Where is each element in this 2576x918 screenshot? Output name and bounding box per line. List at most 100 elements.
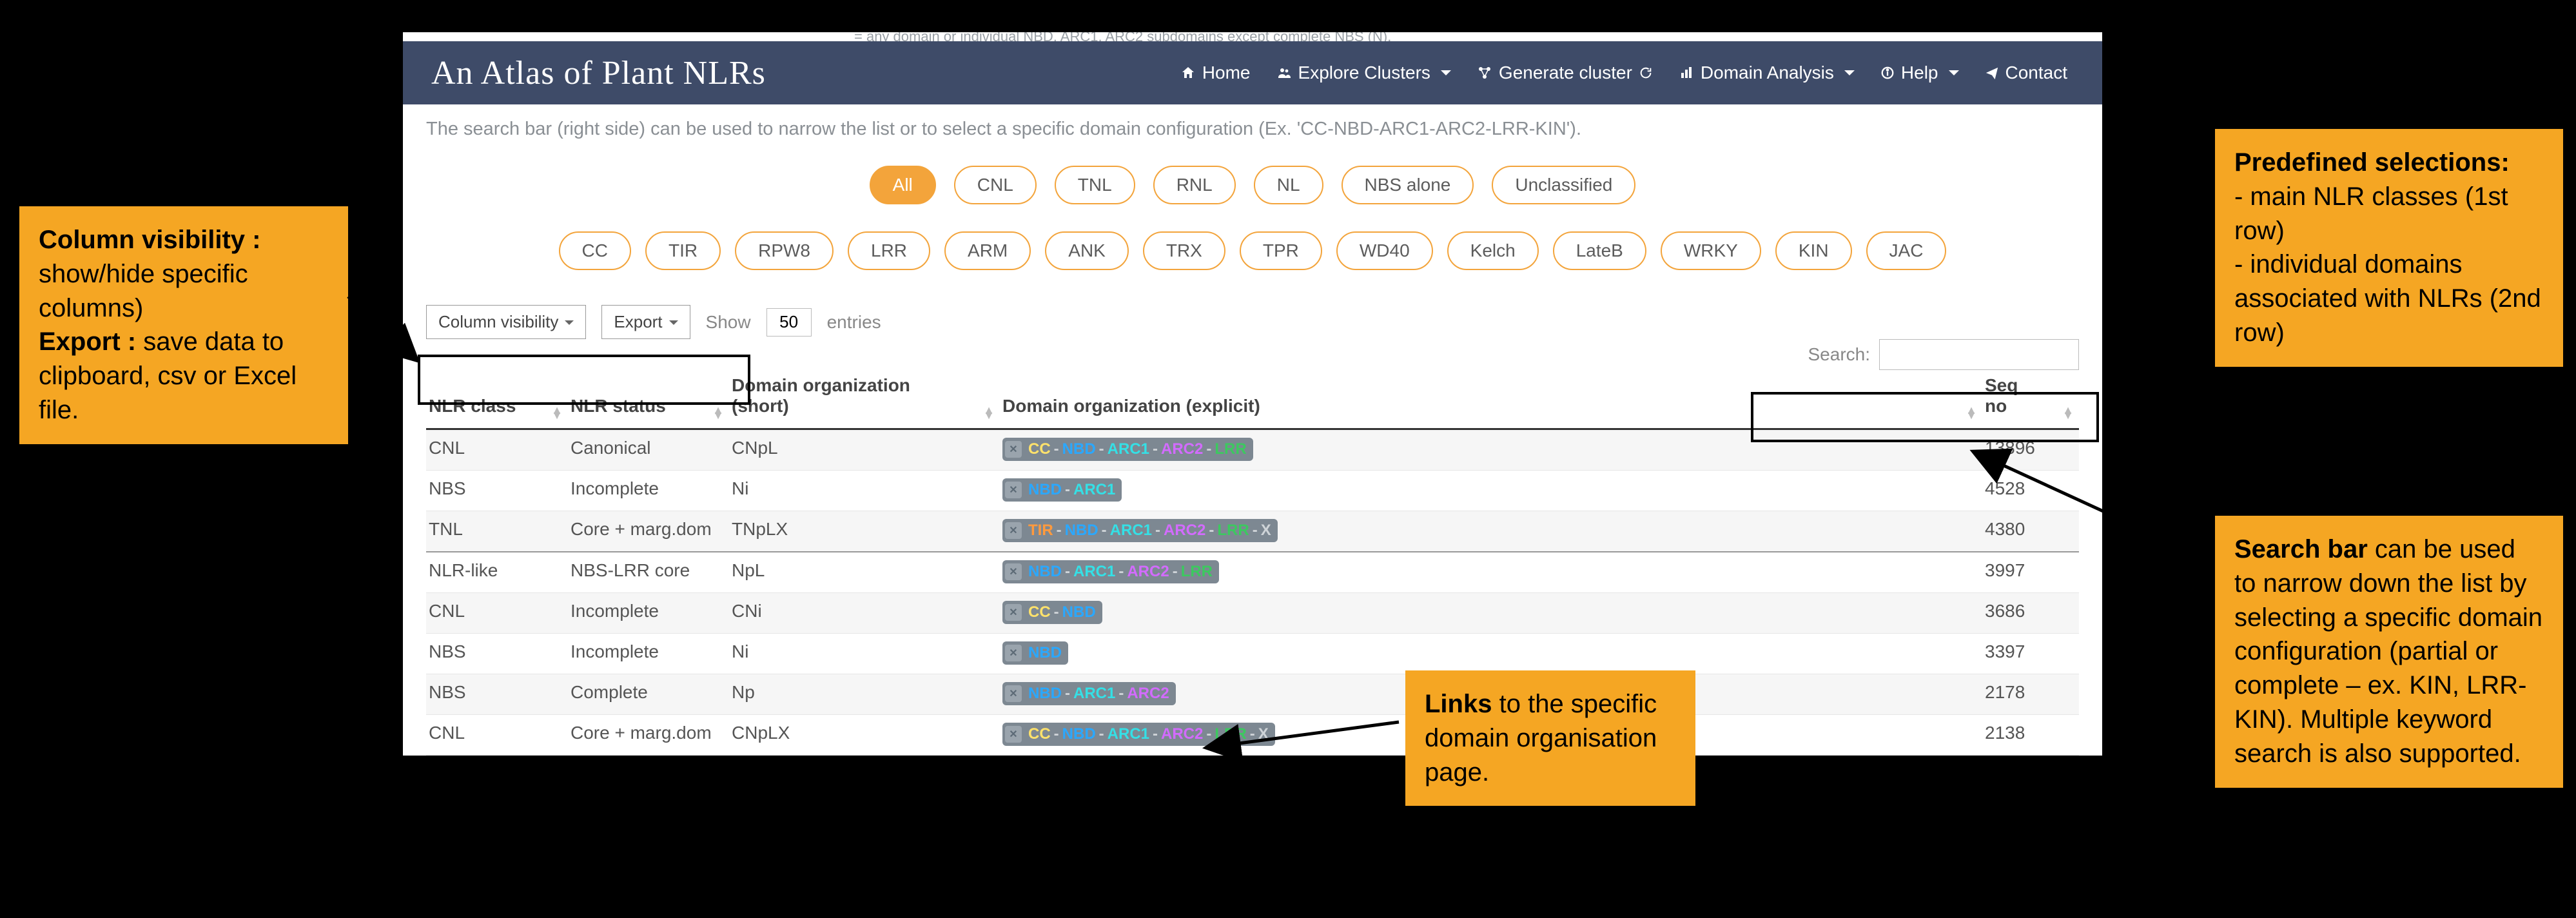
nav-generate-cluster[interactable]: Generate cluster	[1477, 63, 1653, 83]
cell-dom-short: CNpLX	[729, 715, 1000, 756]
domain-chip-link[interactable]: NBD-ARC1-ARC2-LRR	[1002, 560, 1219, 583]
table-row: NBSIncompleteNiNBD-ARC14528	[426, 471, 2079, 511]
domain-chip-link[interactable]: NBD	[1002, 641, 1068, 665]
filter-pill-nl[interactable]: NL	[1254, 166, 1323, 204]
nav-contact[interactable]: Contact	[1985, 63, 2068, 83]
filter-pill-tir[interactable]: TIR	[645, 231, 721, 270]
col-dom-short-l2: (short)	[732, 396, 789, 416]
chip-icon	[1005, 726, 1022, 743]
domain-segment: LRR	[1213, 440, 1247, 458]
filter-pill-jac[interactable]: JAC	[1866, 231, 1947, 270]
chevron-down-icon	[565, 320, 574, 329]
table-row: NBSIncompleteNiNBD3397	[426, 634, 2079, 674]
cell-dom-short: NpL	[729, 552, 1000, 593]
filter-pill-tpr[interactable]: TPR	[1240, 231, 1322, 270]
filter-pill-cnl[interactable]: CNL	[954, 166, 1037, 204]
ghost-text: = any domain or individual NBD, ARC1, AR…	[403, 32, 2102, 41]
cell-seq-no: 13896	[1982, 429, 2079, 471]
dash: -	[1205, 440, 1212, 458]
domain-chip-link[interactable]: NBD-ARC1	[1002, 478, 1122, 502]
nav-home[interactable]: Home	[1180, 63, 1251, 83]
filter-pill-kelch[interactable]: Kelch	[1447, 231, 1539, 270]
domain-segment: ARC2	[1160, 725, 1204, 743]
nav-help[interactable]: Help	[1880, 63, 1959, 83]
cell-dom-explicit: NBD-ARC1-ARC2-LRR	[1000, 552, 1982, 593]
cell-nlr-status: Complete	[568, 674, 729, 715]
cell-nlr-class: TNL	[426, 511, 568, 552]
chart-icon	[1679, 65, 1694, 81]
domain-segment: NBD	[1027, 644, 1063, 662]
sort-icon: ▲▼	[712, 407, 724, 418]
column-visibility-label: Column visibility	[438, 312, 558, 332]
callout-colvis-export: Column visibility : show/hide specific c…	[19, 206, 348, 444]
cell-seq-no: 3686	[1982, 593, 2079, 634]
refresh-icon	[1639, 66, 1653, 80]
col-dom-explicit[interactable]: Domain organization (explicit) ▲▼	[1000, 364, 1982, 429]
domain-segment: CC	[1027, 440, 1052, 458]
filter-pill-arm[interactable]: ARM	[944, 231, 1031, 270]
entries-input[interactable]	[766, 308, 812, 337]
filter-pill-trx[interactable]: TRX	[1143, 231, 1225, 270]
cell-nlr-status: Canonical	[568, 429, 729, 471]
sort-icon: ▲▼	[2062, 407, 2074, 418]
nav-explore-clusters[interactable]: Explore Clusters	[1276, 63, 1451, 83]
filter-pill-unclassified[interactable]: Unclassified	[1492, 166, 1635, 204]
data-table: NLR class ▲▼ NLR status ▲▼ Domain organi…	[426, 364, 2079, 756]
show-label: Show	[706, 312, 751, 333]
callout-predefined-head: Predefined selections:	[2234, 148, 2510, 177]
cell-dom-short: Ni	[729, 634, 1000, 674]
sort-icon: ▲▼	[983, 407, 995, 418]
filter-pill-wd40[interactable]: WD40	[1336, 231, 1433, 270]
col-nlr-status[interactable]: NLR status ▲▼	[568, 364, 729, 429]
pill-row-domains: CC TIR RPW8 LRR ARM ANK TRX TPR WD40 Kelch LateB WR…	[403, 231, 2102, 270]
cell-nlr-status: Core + marg.dom	[568, 511, 729, 552]
export-button[interactable]: Export	[601, 305, 690, 339]
callout-links: Links to the specific domain organisatio…	[1405, 670, 1695, 806]
column-visibility-button[interactable]: Column visibility	[426, 305, 586, 339]
cell-nlr-class: NBS	[426, 471, 568, 511]
chip-icon	[1005, 522, 1022, 539]
col-nlr-class[interactable]: NLR class ▲▼	[426, 364, 568, 429]
nav-domain-analysis[interactable]: Domain Analysis	[1679, 63, 1855, 83]
cell-nlr-class: NBS	[426, 674, 568, 715]
filter-pill-cc[interactable]: CC	[559, 231, 631, 270]
col-seq-no[interactable]: Seq no ▲▼	[1982, 364, 2079, 429]
filter-pill-kin[interactable]: KIN	[1775, 231, 1852, 270]
pill-row-classes: All CNL TNL RNL NL NBS alone Unclassified	[403, 166, 2102, 204]
chevron-down-icon	[669, 320, 678, 329]
filter-pill-rpw8[interactable]: RPW8	[735, 231, 834, 270]
domain-chip-link[interactable]: TIR-NBD-ARC1-ARC2-LRR-X	[1002, 519, 1278, 542]
sort-icon: ▲▼	[551, 407, 563, 418]
app-window: = any domain or individual NBD, ARC1, AR…	[403, 32, 2102, 756]
cell-nlr-class: NBS	[426, 634, 568, 674]
filter-pill-rnl[interactable]: RNL	[1153, 166, 1236, 204]
cluster-icon	[1477, 65, 1492, 81]
dash: -	[1172, 563, 1178, 581]
cell-nlr-status: NBS-LRR core	[568, 552, 729, 593]
filter-pill-tnl[interactable]: TNL	[1055, 166, 1135, 204]
filter-pill-all[interactable]: All	[870, 166, 936, 204]
cell-seq-no: 3397	[1982, 634, 2079, 674]
domain-chip-link[interactable]: CC-NBD	[1002, 601, 1102, 624]
col-dom-short[interactable]: Domain organization (short) ▲▼	[729, 364, 1000, 429]
domain-segment: LRR	[1213, 725, 1247, 743]
table-row: NBSCompleteNpNBD-ARC1-ARC22178	[426, 674, 2079, 715]
filter-pill-lrr[interactable]: LRR	[848, 231, 930, 270]
cell-nlr-status: Core + marg.dom	[568, 715, 729, 756]
filter-pill-ank[interactable]: ANK	[1045, 231, 1129, 270]
domain-chip-link[interactable]: NBD-ARC1-ARC2	[1002, 682, 1176, 705]
domain-segment: NBD	[1061, 440, 1097, 458]
filter-pill-nbs-alone[interactable]: NBS alone	[1342, 166, 1474, 204]
cell-seq-no: 4528	[1982, 471, 2079, 511]
filter-pill-lateb[interactable]: LateB	[1553, 231, 1646, 270]
domain-segment: CC	[1027, 725, 1052, 743]
domain-chip-link[interactable]: CC-NBD-ARC1-ARC2-LRR	[1002, 438, 1253, 461]
cell-seq-no: 2178	[1982, 674, 2079, 715]
domain-chip-link[interactable]: CC-NBD-ARC1-ARC2-LRR-X	[1002, 723, 1275, 746]
dash: -	[1053, 440, 1060, 458]
filter-pill-wrky[interactable]: WRKY	[1661, 231, 1761, 270]
people-icon	[1276, 65, 1292, 81]
dash: -	[1118, 685, 1124, 703]
table-row: CNLCore + marg.domCNpLXCC-NBD-ARC1-ARC2-…	[426, 715, 2079, 756]
domain-segment: LRR	[1180, 563, 1214, 581]
